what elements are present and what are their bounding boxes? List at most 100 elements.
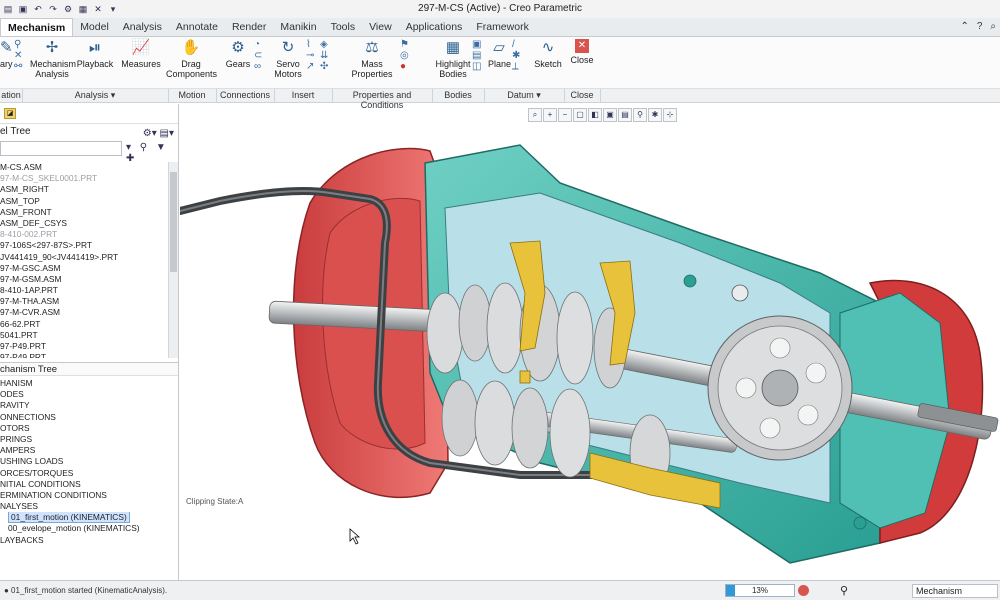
cross-icon[interactable]: ✕	[14, 50, 22, 61]
termination-icon[interactable]: ◎	[400, 50, 409, 61]
mass-properties-button[interactable]: ⚖ Mass Properties	[348, 39, 396, 79]
joint-axis-icon[interactable]: ⚲	[14, 39, 22, 50]
mechanism-tree-item[interactable]: ERMINATION CONDITIONS	[0, 490, 178, 501]
mechanism-tree-item[interactable]: ODES	[0, 389, 178, 400]
mechanism-analysis-button[interactable]: ✢ Mechanism Analysis	[30, 39, 76, 79]
datum-display-icon[interactable]: ⚲	[633, 108, 647, 122]
model-tree-search-input[interactable]	[0, 141, 122, 156]
drag-components-button[interactable]: ✋ Drag Components	[166, 39, 217, 79]
model-tree-item[interactable]: 97-M-GSC.ASM	[0, 263, 168, 274]
tab-applications[interactable]: Applications	[399, 18, 470, 36]
body-redefine-icon[interactable]: ◫	[472, 61, 481, 72]
mechanism-tree-item[interactable]: AMPERS	[0, 445, 178, 456]
model-tree-item[interactable]: 97-M-CS_SKEL0001.PRT	[0, 173, 168, 184]
mechanism-tree-item[interactable]: RAVITY	[0, 400, 178, 411]
playback-button[interactable]: ⏯ Playback	[76, 39, 114, 69]
model-tree-item[interactable]: JV441419_90<JV441419>.PRT	[0, 252, 168, 263]
mechanism-tree-item[interactable]: PRINGS	[0, 434, 178, 445]
stop-condition-icon[interactable]: ●	[400, 61, 409, 72]
collapse-ribbon-icon[interactable]: ⌃	[960, 21, 968, 32]
model-tree-item[interactable]: ASM_TOP	[0, 196, 168, 207]
model-tree-item[interactable]: 5041.PRT	[0, 330, 168, 341]
mechanism-analysis-item[interactable]: 01_first_motion (KINEMATICS)	[0, 512, 178, 524]
stop-analysis-icon[interactable]	[798, 585, 809, 596]
model-tree-item[interactable]: 97-P49.PRT	[0, 341, 168, 352]
mechanism-tree-item[interactable]: ORCES/TORQUES	[0, 468, 178, 479]
find-icon[interactable]: ⚲	[840, 584, 848, 597]
axis-icon[interactable]: /	[512, 39, 520, 50]
mechanism-tree-item[interactable]: HANISM	[0, 378, 178, 389]
mechanism-tree-item[interactable]: OTORS	[0, 423, 178, 434]
measures-button[interactable]: 📈 Measures	[120, 39, 162, 69]
tab-render[interactable]: Render	[225, 18, 273, 36]
torque-icon[interactable]: ✣	[320, 61, 328, 72]
bushing-icon[interactable]: ◈	[320, 39, 328, 50]
model-tree-item[interactable]: 66-62.PRT	[0, 319, 168, 330]
tab-annotate[interactable]: Annotate	[169, 18, 225, 36]
ground-icon[interactable]: ▤	[472, 50, 481, 61]
csys-icon[interactable]: ⟂	[512, 61, 520, 72]
scrollbar-thumb[interactable]	[170, 172, 177, 272]
plane-button[interactable]: ▱ Plane	[488, 39, 511, 69]
belt-icon[interactable]: ∞	[254, 61, 262, 72]
display-style-icon[interactable]: ◧	[588, 108, 602, 122]
zoom-out-icon[interactable]: −	[558, 108, 572, 122]
gravity-icon[interactable]: ⇊	[320, 50, 328, 61]
link-icon[interactable]: ⚯	[14, 61, 22, 72]
tab-model[interactable]: Model	[73, 18, 116, 36]
search-icon[interactable]: ⌕	[990, 21, 996, 32]
gears-button[interactable]: ⚙ Gears	[222, 39, 254, 69]
tab-manikin[interactable]: Manikin	[273, 18, 323, 36]
model-tree-item[interactable]: 97-M-CVR.ASM	[0, 307, 168, 318]
slot-icon[interactable]: ⊂	[254, 50, 262, 61]
tab-tools[interactable]: Tools	[324, 18, 363, 36]
spin-center-icon[interactable]: ✱	[648, 108, 662, 122]
highlight-bodies-button[interactable]: ▦ Highlight Bodies	[434, 39, 472, 79]
selection-filter-dropdown[interactable]: Mechanism	[912, 584, 998, 598]
model-tree-item[interactable]: 97-P49.PRT	[0, 352, 168, 358]
servo-motors-button[interactable]: ↻ Servo Motors	[272, 39, 304, 79]
model-tree-item[interactable]: M-CS.ASM	[0, 162, 168, 173]
body-rules-icon[interactable]: ▣	[472, 39, 481, 50]
mechanism-tree-item[interactable]: NALYSES	[0, 501, 178, 512]
model-tree-scrollbar[interactable]	[168, 162, 178, 358]
damper-icon[interactable]: ⊸	[306, 50, 314, 61]
tab-view[interactable]: View	[362, 18, 399, 36]
force-icon[interactable]: ↗	[306, 61, 314, 72]
tab-analysis[interactable]: Analysis	[116, 18, 169, 36]
cam-icon[interactable]: ◔	[254, 39, 262, 50]
point-icon[interactable]: ✱	[512, 50, 520, 61]
mechanism-tree-item[interactable]: ONNECTIONS	[0, 412, 178, 423]
model-tree-item[interactable]: 8-410-1AP.PRT	[0, 285, 168, 296]
tab-mechanism[interactable]: Mechanism	[0, 18, 74, 36]
tree-filter-icons[interactable]: ▾ ⚲ ▼ ✚	[126, 142, 178, 164]
help-icon[interactable]: ?	[977, 21, 983, 32]
group-label-datum[interactable]: Datum ▾	[484, 90, 564, 101]
repaint-icon[interactable]: ▢	[573, 108, 587, 122]
close-button[interactable]: ✕ Close	[566, 39, 598, 65]
folder-browser-icon[interactable]: ◪	[4, 108, 16, 119]
sketch-button[interactable]: ∿ Sketch	[532, 39, 564, 69]
summary-button-partial[interactable]: ✎ ary	[0, 39, 13, 69]
tab-framework[interactable]: Framework	[469, 18, 536, 36]
spring-icon[interactable]: ⌇	[306, 39, 314, 50]
mechanism-tree-item[interactable]: NITIAL CONDITIONS	[0, 479, 178, 490]
model-tree-item[interactable]: 97-M-THA.ASM	[0, 296, 168, 307]
mechanism-analysis-item[interactable]: 00_evelope_motion (KINEMATICS)	[0, 523, 178, 534]
initial-condition-icon[interactable]: ⚑	[400, 39, 409, 50]
graphics-viewport[interactable]: Clipping State:A	[180, 123, 1000, 580]
mechanism-tree-item[interactable]: USHING LOADS	[0, 456, 178, 467]
model-tree-item[interactable]: ASM_DEF_CSYS	[0, 218, 168, 229]
model-tree-item[interactable]: 8-410-002.PRT	[0, 229, 168, 240]
view-manager-icon[interactable]: ▤	[618, 108, 632, 122]
group-label-analysis[interactable]: Analysis ▾	[22, 90, 168, 101]
annotation-display-icon[interactable]: ⊹	[663, 108, 677, 122]
mechanism-tree-item[interactable]: LAYBACKS	[0, 535, 178, 546]
zoom-in-icon[interactable]: +	[543, 108, 557, 122]
model-tree-item[interactable]: ASM_RIGHT	[0, 184, 168, 195]
model-tree-item[interactable]: 97-106S<297-87S>.PRT	[0, 240, 168, 251]
refit-icon[interactable]: ⌕	[528, 108, 542, 122]
group-label-navigation[interactable]: ation	[0, 90, 22, 100]
model-tree-item[interactable]: ASM_FRONT	[0, 207, 168, 218]
saved-orientations-icon[interactable]: ▣	[603, 108, 617, 122]
